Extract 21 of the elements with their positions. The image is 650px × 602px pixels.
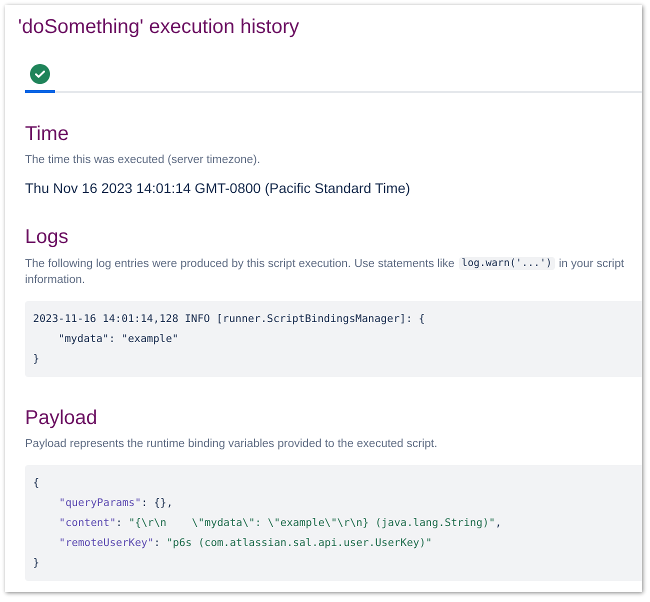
code-line: "content": "{\r\n \"mydata\": \"example\"\r\n} (java.lang.String)",	[58, 516, 503, 531]
section-description: The following log entries were produced by this script execution. Use statements like	[25, 258, 455, 270]
section-heading: Logs	[25, 226, 70, 249]
code-line: 2023-11-16 14:01:14,128 INFO [runner.ScriptBindingsManager]: {	[33, 312, 426, 327]
code-line: }	[33, 352, 40, 367]
section-description: The time this was executed (server timezone).	[25, 154, 262, 166]
execution-time: Thu Nov 16 2023 14:01:14 GMT-0800 (Pacific Standard Time)	[25, 180, 412, 196]
section-description: information.	[25, 274, 86, 286]
status-tab[interactable]	[25, 64, 55, 93]
code-line: "queryParams": {},	[58, 496, 174, 511]
code-line: "mydata": "example"	[57, 332, 180, 347]
check-circle-icon	[30, 64, 50, 84]
inline-code: log.warn('...')	[458, 257, 555, 270]
section-description: Payload represents the runtime binding variables provided to the executed script.	[25, 438, 438, 450]
section-description: in your script	[558, 258, 624, 270]
section-heading: Time	[25, 123, 70, 146]
code-line: {	[33, 476, 40, 491]
code-line: "remoteUserKey": "p6s (com.atlassian.sal.api.user.UserKey)"	[58, 536, 433, 551]
page-title: 'doSomething' execution history	[18, 15, 300, 39]
section-heading: Payload	[25, 407, 98, 430]
code-line: }	[33, 556, 40, 571]
